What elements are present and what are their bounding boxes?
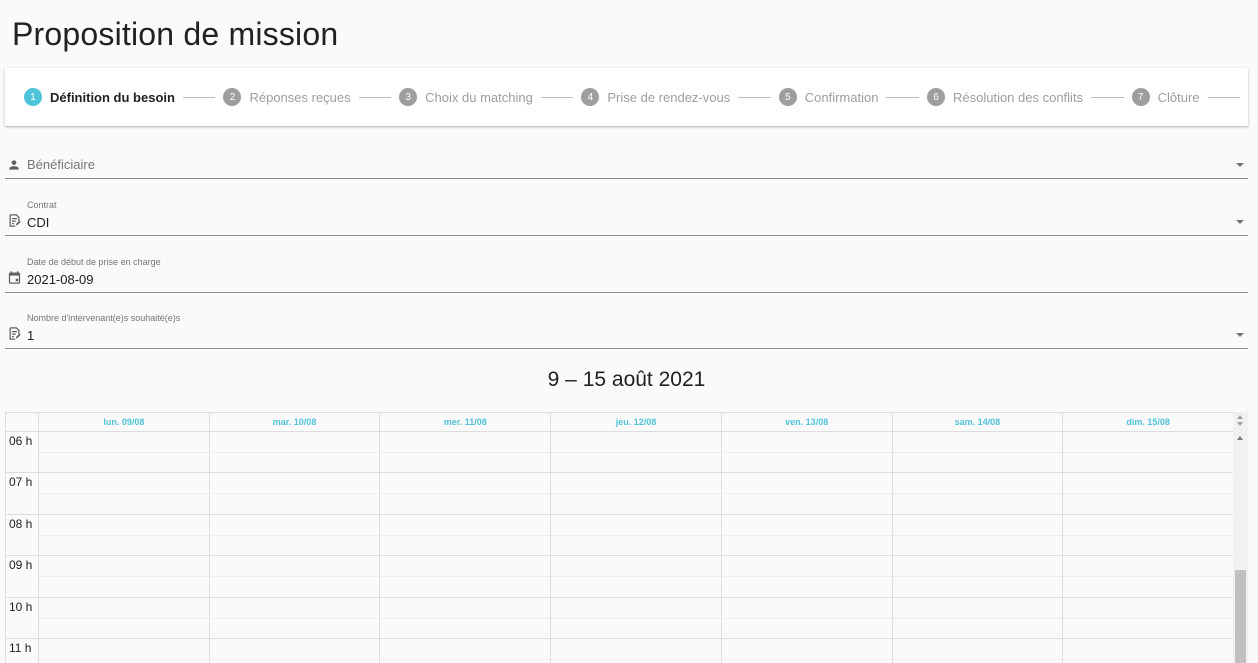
day-column-divider [38, 432, 39, 663]
hour-row[interactable]: 07 h [6, 473, 1233, 515]
hour-row[interactable]: 11 h [6, 639, 1233, 663]
step-7[interactable]: 7 Clôture [1131, 88, 1200, 106]
calendar-week-title: 9 – 15 août 2021 [547, 368, 706, 391]
hour-row[interactable]: 06 h [6, 432, 1233, 474]
step-label: Choix du matching [425, 89, 533, 105]
beneficiaire-select[interactable]: Bénéficiaire [5, 150, 1248, 179]
step-label: Résolution des conflits [952, 89, 1084, 105]
step-number-icon: 6 [926, 88, 945, 106]
step-number-icon: 1 [24, 88, 42, 106]
day-column-divider [891, 432, 893, 663]
calendar-header: lun. 09/08 mar. 10/08 mer. 11/08 jeu. 12/08… [6, 413, 1233, 432]
step-2[interactable]: 2 Réponses reçues [223, 88, 351, 106]
hour-row[interactable]: 08 h [6, 515, 1233, 557]
day-column-divider [1062, 432, 1064, 663]
hour-label: 11 h [9, 641, 32, 655]
nombre-intervenants-label: Nombre d'intervenant(e)s souhaité(e)s [27, 313, 181, 323]
date-debut-label: Date de début de prise en charge [27, 257, 161, 267]
edit-document-icon [7, 326, 23, 342]
step-connector [540, 96, 574, 98]
step-number-icon: 4 [581, 88, 600, 106]
scroll-up-icon[interactable] [1237, 415, 1243, 419]
chevron-down-icon[interactable] [1236, 163, 1244, 167]
step-connector [886, 96, 919, 98]
hour-label: 10 h [9, 599, 33, 614]
person-icon [7, 158, 23, 174]
day-column-divider [720, 432, 722, 663]
nombre-intervenants-select[interactable]: Nombre d'intervenant(e)s souhaité(e)s 1 [5, 309, 1248, 349]
day-column-header: mar. 10/08 [210, 413, 381, 432]
chevron-down-icon[interactable] [1236, 220, 1244, 224]
scrollbar-thumb[interactable] [1235, 570, 1246, 663]
step-number-icon: 2 [223, 88, 242, 106]
date-debut-field[interactable]: Date de début de prise en charge 2021-08… [5, 253, 1248, 293]
nombre-intervenants-value: 1 [27, 328, 35, 343]
half-hour-line [39, 534, 1233, 536]
hour-label: 08 h [9, 516, 33, 531]
step-connector [738, 96, 771, 98]
step-label: Clôture [1157, 89, 1200, 105]
half-hour-line [39, 576, 1233, 578]
calendar-header-gutter [6, 413, 39, 432]
date-debut-value: 2021-08-09 [27, 272, 94, 287]
page-title: Proposition de mission [12, 16, 339, 52]
day-column-header: lun. 09/08 [39, 413, 210, 432]
day-column-divider [550, 432, 552, 663]
calendar-scrollbar[interactable] [1233, 412, 1248, 663]
hour-label: 07 h [9, 475, 33, 490]
step-3[interactable]: 3 Choix du matching [399, 88, 533, 106]
step-label: Réponses reçues [249, 89, 351, 105]
step-connector [358, 96, 392, 98]
step-connector [1091, 96, 1124, 98]
stepper: 1 Définition du besoin 2 Réponses reçues 3 Ch… [5, 68, 1248, 126]
hour-label: 09 h [9, 558, 33, 573]
step-number-icon: 5 [778, 88, 797, 106]
step-label: Définition du besoin [50, 89, 175, 105]
half-hour-line [39, 452, 1233, 453]
scroll-arrow-up-icon[interactable] [1237, 436, 1243, 440]
day-column-divider [379, 432, 381, 663]
day-column-header: ven. 13/08 [722, 413, 893, 432]
contrat-label: Contrat [27, 200, 57, 210]
half-hour-line [39, 493, 1233, 495]
day-column-header: dim. 15/08 [1063, 413, 1233, 432]
day-column-header: sam. 14/08 [893, 413, 1064, 432]
edit-document-icon [7, 213, 23, 229]
step-5[interactable]: 5 Confirmation [778, 88, 879, 106]
half-hour-line [39, 617, 1233, 619]
step-1[interactable]: 1 Définition du besoin [24, 88, 175, 106]
step-connector [182, 96, 216, 98]
chevron-down-icon[interactable] [1236, 333, 1244, 337]
week-calendar[interactable]: lun. 09/08 mar. 10/08 mer. 11/08 jeu. 12/08… [5, 412, 1233, 663]
half-hour-line [39, 659, 1233, 660]
step-label: Confirmation [804, 89, 879, 105]
step-connector [1207, 96, 1241, 98]
step-4[interactable]: 4 Prise de rendez-vous [581, 88, 730, 106]
hour-label: 06 h [9, 434, 33, 448]
hour-row[interactable]: 10 h [6, 598, 1233, 639]
step-number-icon: 7 [1131, 88, 1150, 106]
day-column-header: mer. 11/08 [380, 413, 552, 432]
day-column-header: jeu. 12/08 [551, 413, 722, 432]
step-number-icon: 3 [399, 88, 418, 106]
calendar-icon [7, 270, 23, 286]
hour-row[interactable]: 09 h [6, 556, 1233, 598]
calendar-body[interactable]: 06 h 07 h 08 h 09 h 10 h 11 h [6, 432, 1233, 663]
step-6[interactable]: 6 Résolution des conflits [926, 88, 1084, 106]
beneficiaire-placeholder: Bénéficiaire [27, 157, 95, 172]
contrat-value: CDI [27, 215, 50, 230]
day-column-divider [208, 432, 210, 663]
contrat-select[interactable]: Contrat CDI [5, 196, 1248, 236]
step-label: Prise de rendez-vous [607, 89, 731, 105]
scroll-down-icon[interactable] [1237, 422, 1243, 426]
